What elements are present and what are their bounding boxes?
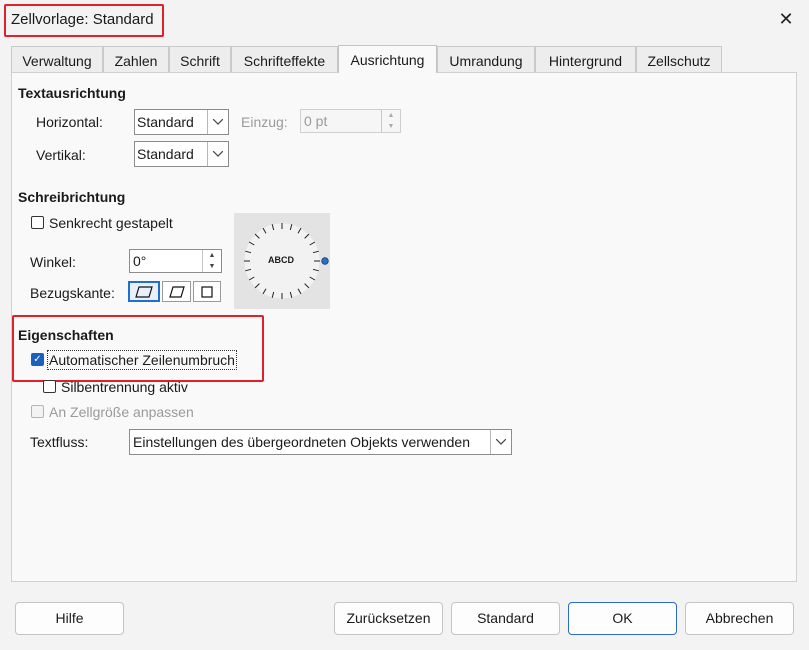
rotation-dial[interactable]: ABCD [234, 213, 330, 309]
chevron-down-icon [207, 110, 228, 134]
parallelogram-icon [135, 285, 153, 298]
arrow-down-icon: ▼ [387, 122, 395, 130]
tab-ausrichtung[interactable]: Ausrichtung [338, 45, 437, 73]
vertikal-select[interactable]: Standard [134, 141, 229, 167]
textausrichtung-heading: Textausrichtung [18, 85, 126, 101]
horizontal-label: Horizontal: [36, 114, 103, 130]
tab-zahlen[interactable]: Zahlen [103, 46, 169, 72]
tab-verwaltung[interactable]: Verwaltung [11, 46, 103, 72]
textfluss-value: Einstellungen des übergeordneten Objekts… [133, 434, 471, 450]
edge-top-button[interactable] [162, 281, 191, 302]
tab-label: Schrifteffekte [243, 53, 326, 69]
zuruecksetzen-button[interactable]: Zurücksetzen [334, 602, 443, 635]
textfluss-select[interactable]: Einstellungen des übergeordneten Objekts… [129, 429, 512, 455]
textfluss-label: Textfluss: [30, 434, 89, 450]
winkel-label: Winkel: [30, 254, 76, 270]
close-icon[interactable]: ✕ [772, 6, 800, 32]
hilfe-button[interactable]: Hilfe [15, 602, 124, 635]
tab-label: Schrift [180, 53, 220, 69]
tab-umrandung[interactable]: Umrandung [437, 46, 535, 72]
tab-label: Ausrichtung [350, 52, 425, 68]
eigenschaften-highlight [12, 315, 264, 382]
spin-buttons: ▲ ▼ [202, 250, 221, 272]
tab-label: Verwaltung [22, 53, 92, 69]
zellgroesse-label[interactable]: An Zellgröße anpassen [49, 404, 194, 420]
standard-button[interactable]: Standard [451, 602, 560, 635]
tab-label: Umrandung [449, 53, 523, 69]
winkel-value: 0° [133, 253, 147, 269]
senkrecht-checkbox[interactable] [31, 216, 44, 229]
bezugskante-label: Bezugskante: [30, 285, 115, 301]
eigenschaften-heading: Eigenschaften [18, 327, 114, 343]
tab-label: Zahlen [114, 53, 158, 69]
vertikal-label: Vertikal: [36, 147, 86, 163]
tab-label: Hintergrund [548, 53, 623, 69]
silbentrennung-label[interactable]: Silbentrennung aktiv [61, 379, 188, 395]
arrow-down-icon: ▼ [208, 262, 216, 270]
einzug-spinner[interactable]: 0 pt ▲ ▼ [300, 109, 401, 133]
ok-button[interactable]: OK [568, 602, 677, 635]
window-title: Zellvorlage: Standard [11, 11, 154, 28]
zellgroesse-checkbox[interactable] [31, 405, 44, 418]
vertikal-value: Standard [137, 146, 194, 162]
spin-buttons: ▲ ▼ [381, 110, 400, 132]
tab-schrifteffekte[interactable]: Schrifteffekte [231, 46, 338, 72]
chevron-down-icon [490, 430, 511, 454]
tab-zellschutz[interactable]: Zellschutz [636, 46, 722, 72]
parallelogram-icon [168, 285, 185, 298]
dial-text: ABCD [268, 255, 294, 265]
silbentrennung-checkbox[interactable] [43, 380, 56, 393]
schreibrichtung-heading: Schreibrichtung [18, 189, 126, 205]
chevron-down-icon [207, 142, 228, 166]
zeilenumbruch-checkbox[interactable]: ✓ [31, 353, 44, 366]
senkrecht-label[interactable]: Senkrecht gestapelt [49, 215, 173, 231]
tab-hintergrund[interactable]: Hintergrund [535, 46, 636, 72]
winkel-spinner[interactable]: 0° ▲ ▼ [129, 249, 222, 273]
edge-bottom-button[interactable] [128, 281, 160, 302]
tab-schrift[interactable]: Schrift [169, 46, 231, 72]
einzug-value: 0 pt [304, 113, 328, 129]
einzug-label: Einzug: [241, 114, 288, 130]
horizontal-value: Standard [137, 114, 194, 130]
zeilenumbruch-label[interactable]: Automatischer Zeilenumbruch [47, 350, 237, 370]
abbrechen-button[interactable]: Abbrechen [685, 602, 794, 635]
tab-label: Zellschutz [647, 53, 711, 69]
square-icon [201, 285, 213, 298]
horizontal-select[interactable]: Standard [134, 109, 229, 135]
edge-inside-button[interactable] [193, 281, 221, 302]
